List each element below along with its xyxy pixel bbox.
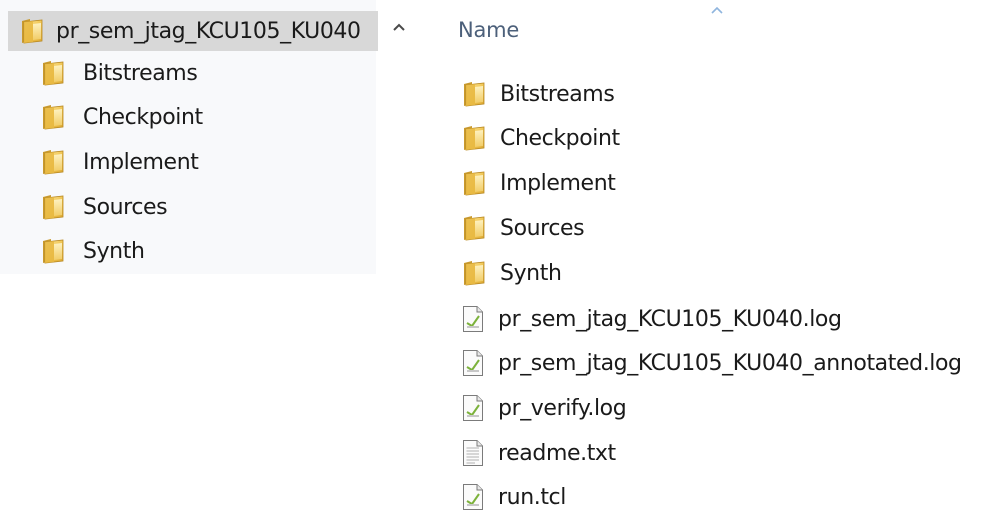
- file-explorer-window: pr_sem_jtag_KCU105_KU040 Bitstreams Chec…: [0, 0, 982, 512]
- folder-icon: [462, 170, 486, 196]
- folder-icon: [41, 238, 65, 264]
- file-name: pr_verify.log: [498, 395, 627, 421]
- file-name: readme.txt: [498, 440, 616, 466]
- nav-tree-item-sources[interactable]: Sources: [41, 187, 168, 227]
- log-file-icon: [462, 349, 484, 377]
- nav-tree-root-item[interactable]: pr_sem_jtag_KCU105_KU040: [20, 11, 361, 51]
- file-name: Implement: [500, 170, 616, 196]
- folder-icon: [462, 125, 486, 151]
- folder-icon: [462, 81, 486, 107]
- text-file-icon: [462, 439, 484, 467]
- file-row-log[interactable]: pr_sem_jtag_KCU105_KU040.log: [462, 299, 842, 339]
- navigation-pane: pr_sem_jtag_KCU105_KU040 Bitstreams Chec…: [0, 0, 386, 274]
- file-name: run.tcl: [498, 484, 566, 510]
- nav-tree-item-implement[interactable]: Implement: [41, 142, 199, 182]
- log-file-icon: [462, 394, 484, 422]
- column-header-name[interactable]: Name: [458, 18, 519, 42]
- file-row-implement[interactable]: Implement: [462, 163, 616, 203]
- nav-tree-item-label: Checkpoint: [83, 104, 203, 130]
- file-row-readme[interactable]: readme.txt: [462, 433, 616, 473]
- file-list-pane: Name Bitstreams Checkpoint Implement Sou…: [420, 0, 982, 512]
- file-row-sources[interactable]: Sources: [462, 208, 585, 248]
- folder-icon: [41, 60, 65, 86]
- scroll-up-arrow-icon[interactable]: [392, 22, 406, 32]
- file-name: pr_sem_jtag_KCU105_KU040.log: [498, 306, 842, 332]
- script-file-icon: [462, 483, 484, 511]
- nav-root-label: pr_sem_jtag_KCU105_KU040: [56, 18, 361, 44]
- file-name: Checkpoint: [500, 125, 620, 151]
- log-file-icon: [462, 305, 484, 333]
- nav-tree-item-label: Bitstreams: [83, 60, 198, 86]
- file-name: Synth: [500, 260, 562, 286]
- folder-icon: [41, 194, 65, 220]
- folder-icon: [462, 260, 486, 286]
- folder-icon: [41, 104, 65, 130]
- file-row-checkpoint[interactable]: Checkpoint: [462, 118, 620, 158]
- file-row-run-tcl[interactable]: run.tcl: [462, 477, 566, 512]
- nav-scrollbar[interactable]: [378, 0, 414, 512]
- file-name: Bitstreams: [500, 81, 615, 107]
- nav-tree-item-checkpoint[interactable]: Checkpoint: [41, 97, 203, 137]
- file-row-synth[interactable]: Synth: [462, 253, 562, 293]
- file-row-verify-log[interactable]: pr_verify.log: [462, 388, 627, 428]
- nav-tree-item-label: Synth: [83, 238, 145, 264]
- file-row-annotated-log[interactable]: pr_sem_jtag_KCU105_KU040_annotated.log: [462, 343, 962, 383]
- folder-icon: [41, 149, 65, 175]
- nav-tree-root-row[interactable]: pr_sem_jtag_KCU105_KU040: [0, 11, 386, 51]
- nav-tree-item-synth[interactable]: Synth: [41, 231, 145, 271]
- file-name: pr_sem_jtag_KCU105_KU040_annotated.log: [498, 350, 962, 376]
- nav-tree-item-bitstreams[interactable]: Bitstreams: [41, 53, 198, 93]
- nav-tree-item-label: Implement: [83, 149, 199, 175]
- nav-tree-item-label: Sources: [83, 194, 168, 220]
- sort-ascending-icon: [711, 6, 723, 14]
- file-row-bitstreams[interactable]: Bitstreams: [462, 74, 615, 114]
- file-name: Sources: [500, 215, 585, 241]
- folder-icon: [20, 18, 44, 44]
- folder-icon: [462, 215, 486, 241]
